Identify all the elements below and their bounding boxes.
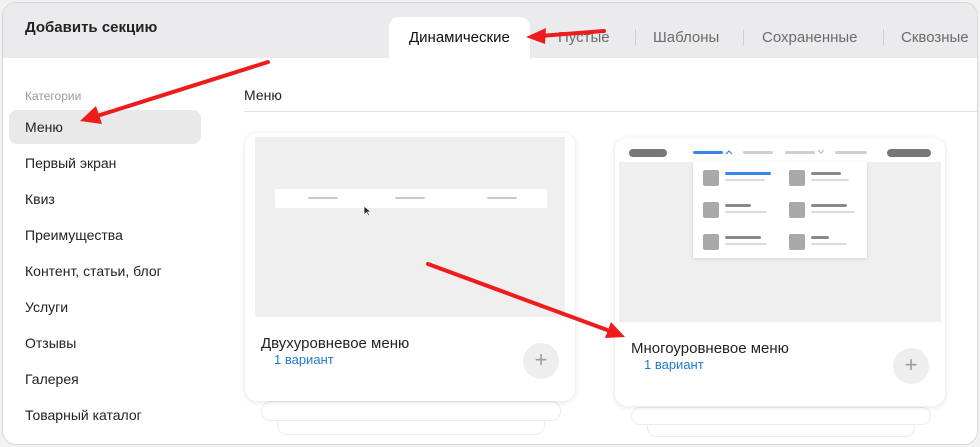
preview-item-text [811, 243, 847, 245]
preview-nav-item-active [693, 151, 723, 154]
chevron-up-icon [725, 150, 733, 155]
preview-item-title [811, 204, 847, 207]
tab-separator [883, 29, 884, 45]
preview-item-title [725, 236, 761, 239]
section-heading: Меню [244, 87, 282, 103]
card-preview [255, 137, 565, 317]
tab-saved[interactable]: Сохраненные [762, 17, 858, 58]
sidebar-item-first-screen[interactable]: Первый экран [9, 146, 201, 180]
card-variant-count[interactable]: 1 вариант [644, 357, 704, 372]
preview-nav-bar [619, 142, 941, 162]
sidebar-item-gallery[interactable]: Галерея [9, 362, 201, 396]
preview-item-image [703, 202, 719, 218]
tab-global[interactable]: Сквозные [901, 17, 969, 58]
card-stack-layer [261, 401, 561, 421]
preview-item-text [725, 179, 765, 181]
preview-nav-item [835, 151, 867, 154]
tab-empty[interactable]: Пустые [558, 17, 610, 58]
tab-dynamic[interactable]: Динамические [389, 17, 530, 58]
sidebar-item-advantages[interactable]: Преимущества [9, 218, 201, 252]
template-card-two-level-menu[interactable]: Двухуровневое меню 1 вариант + [245, 133, 575, 401]
preview-item-title [725, 204, 751, 207]
chevron-down-icon [817, 149, 825, 154]
card-variant-count[interactable]: 1 вариант [274, 352, 334, 367]
preview-item-title [725, 172, 771, 175]
preview-nav-bar [275, 189, 547, 208]
card-title: Двухуровневое меню [261, 335, 410, 352]
sidebar-item-reviews[interactable]: Отзывы [9, 326, 201, 360]
tab-templates[interactable]: Шаблоны [653, 17, 719, 58]
sidebar-item-quiz[interactable]: Квиз [9, 182, 201, 216]
add-card-button[interactable]: + [523, 343, 559, 379]
section-divider [244, 111, 977, 112]
preview-item-title [811, 236, 829, 239]
preview-nav-item [395, 197, 425, 199]
preview-item-text [725, 211, 767, 213]
preview-button [887, 149, 931, 157]
card-title: Многоуровневое меню [631, 340, 789, 357]
preview-item-image [703, 170, 719, 186]
preview-nav-item [487, 197, 517, 199]
template-card-multi-level-menu[interactable]: Многоуровневое меню 1 вариант + [615, 138, 945, 406]
preview-item-text [811, 211, 855, 213]
add-card-button[interactable]: + [893, 348, 929, 384]
sidebar-item-catalog[interactable]: Товарный каталог [9, 398, 201, 432]
preview-item-text [725, 243, 767, 245]
sidebar-item-content[interactable]: Контент, статьи, блог [9, 254, 201, 288]
add-section-panel: Добавить секцию Динамические Пустые Шабл… [2, 2, 978, 445]
tab-separator [635, 29, 636, 45]
sidebar-item-services[interactable]: Услуги [9, 290, 201, 324]
preview-logo [629, 149, 667, 157]
preview-nav-item [785, 151, 815, 154]
card-preview [619, 142, 941, 322]
preview-nav-item [308, 197, 338, 199]
preview-nav-item [743, 151, 773, 154]
panel-header: Добавить секцию Динамические Пустые Шабл… [3, 3, 977, 58]
preview-dropdown [693, 162, 867, 258]
categories-heading: Категории [25, 89, 82, 103]
sidebar-item-menu[interactable]: Меню [9, 110, 201, 144]
preview-item-image [703, 234, 719, 250]
card-stack-layer [631, 407, 931, 425]
preview-item-image [789, 234, 805, 250]
preview-item-image [789, 202, 805, 218]
mouse-cursor-icon [363, 205, 372, 217]
preview-item-title [811, 172, 841, 175]
tab-separator [743, 29, 744, 45]
preview-item-image [789, 170, 805, 186]
panel-title: Добавить секцию [25, 19, 158, 36]
preview-item-text [811, 179, 849, 181]
